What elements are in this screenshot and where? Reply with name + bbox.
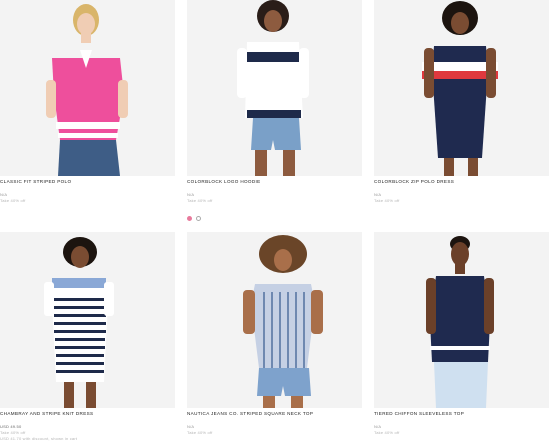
model-photo xyxy=(0,0,175,176)
product-title[interactable]: COLORBLOCK LOGO HOODIE xyxy=(187,179,362,184)
product-card[interactable]: CHAMBRAY AND STRIPE KNIT DRESS USD 49.50… xyxy=(0,232,175,442)
product-image[interactable] xyxy=(0,232,175,408)
product-title[interactable]: TIERED CHIFFON SLEEVELESS TOP xyxy=(374,411,549,416)
product-promo: Take 40% off xyxy=(374,198,400,203)
product-title[interactable]: COLORBLOCK ZIP POLO DRESS xyxy=(374,179,549,184)
product-title[interactable]: CLASSIC FIT STRIPED POLO xyxy=(0,179,175,184)
product-promo: Take 40% off xyxy=(374,430,400,435)
product-card[interactable]: COLORBLOCK ZIP POLO DRESS N/A Take 40% o… xyxy=(374,0,549,204)
product-title[interactable]: CHAMBRAY AND STRIPE KNIT DRESS xyxy=(0,411,175,416)
color-swatches xyxy=(187,216,201,221)
swatch-white[interactable] xyxy=(196,216,201,221)
product-card[interactable]: TIERED CHIFFON SLEEVELESS TOP N/A Take 4… xyxy=(374,232,549,436)
product-card[interactable]: NAUTICA JEANS CO. STRIPED SQUARE NECK TO… xyxy=(187,232,362,436)
product-discount-note: USD 41.70 with discount, shown in cart xyxy=(0,436,78,441)
product-image[interactable] xyxy=(0,0,175,176)
model-photo xyxy=(374,232,549,408)
product-promo: Take 40% off xyxy=(187,198,213,203)
model-photo xyxy=(0,232,175,408)
product-promo: Take 40% off xyxy=(187,430,213,435)
model-photo xyxy=(187,232,362,408)
product-image[interactable] xyxy=(374,0,549,176)
product-image[interactable] xyxy=(374,232,549,408)
product-promo: Take 40% off xyxy=(0,198,26,203)
product-image[interactable] xyxy=(187,232,362,408)
product-title[interactable]: NAUTICA JEANS CO. STRIPED SQUARE NECK TO… xyxy=(187,411,362,416)
model-photo xyxy=(374,0,549,176)
swatch-pink[interactable] xyxy=(187,216,192,221)
model-photo xyxy=(187,0,362,176)
product-image[interactable] xyxy=(187,0,362,176)
product-card[interactable]: CLASSIC FIT STRIPED POLO N/A Take 40% of… xyxy=(0,0,175,204)
product-card[interactable]: COLORBLOCK LOGO HOODIE N/A Take 40% off xyxy=(187,0,362,204)
